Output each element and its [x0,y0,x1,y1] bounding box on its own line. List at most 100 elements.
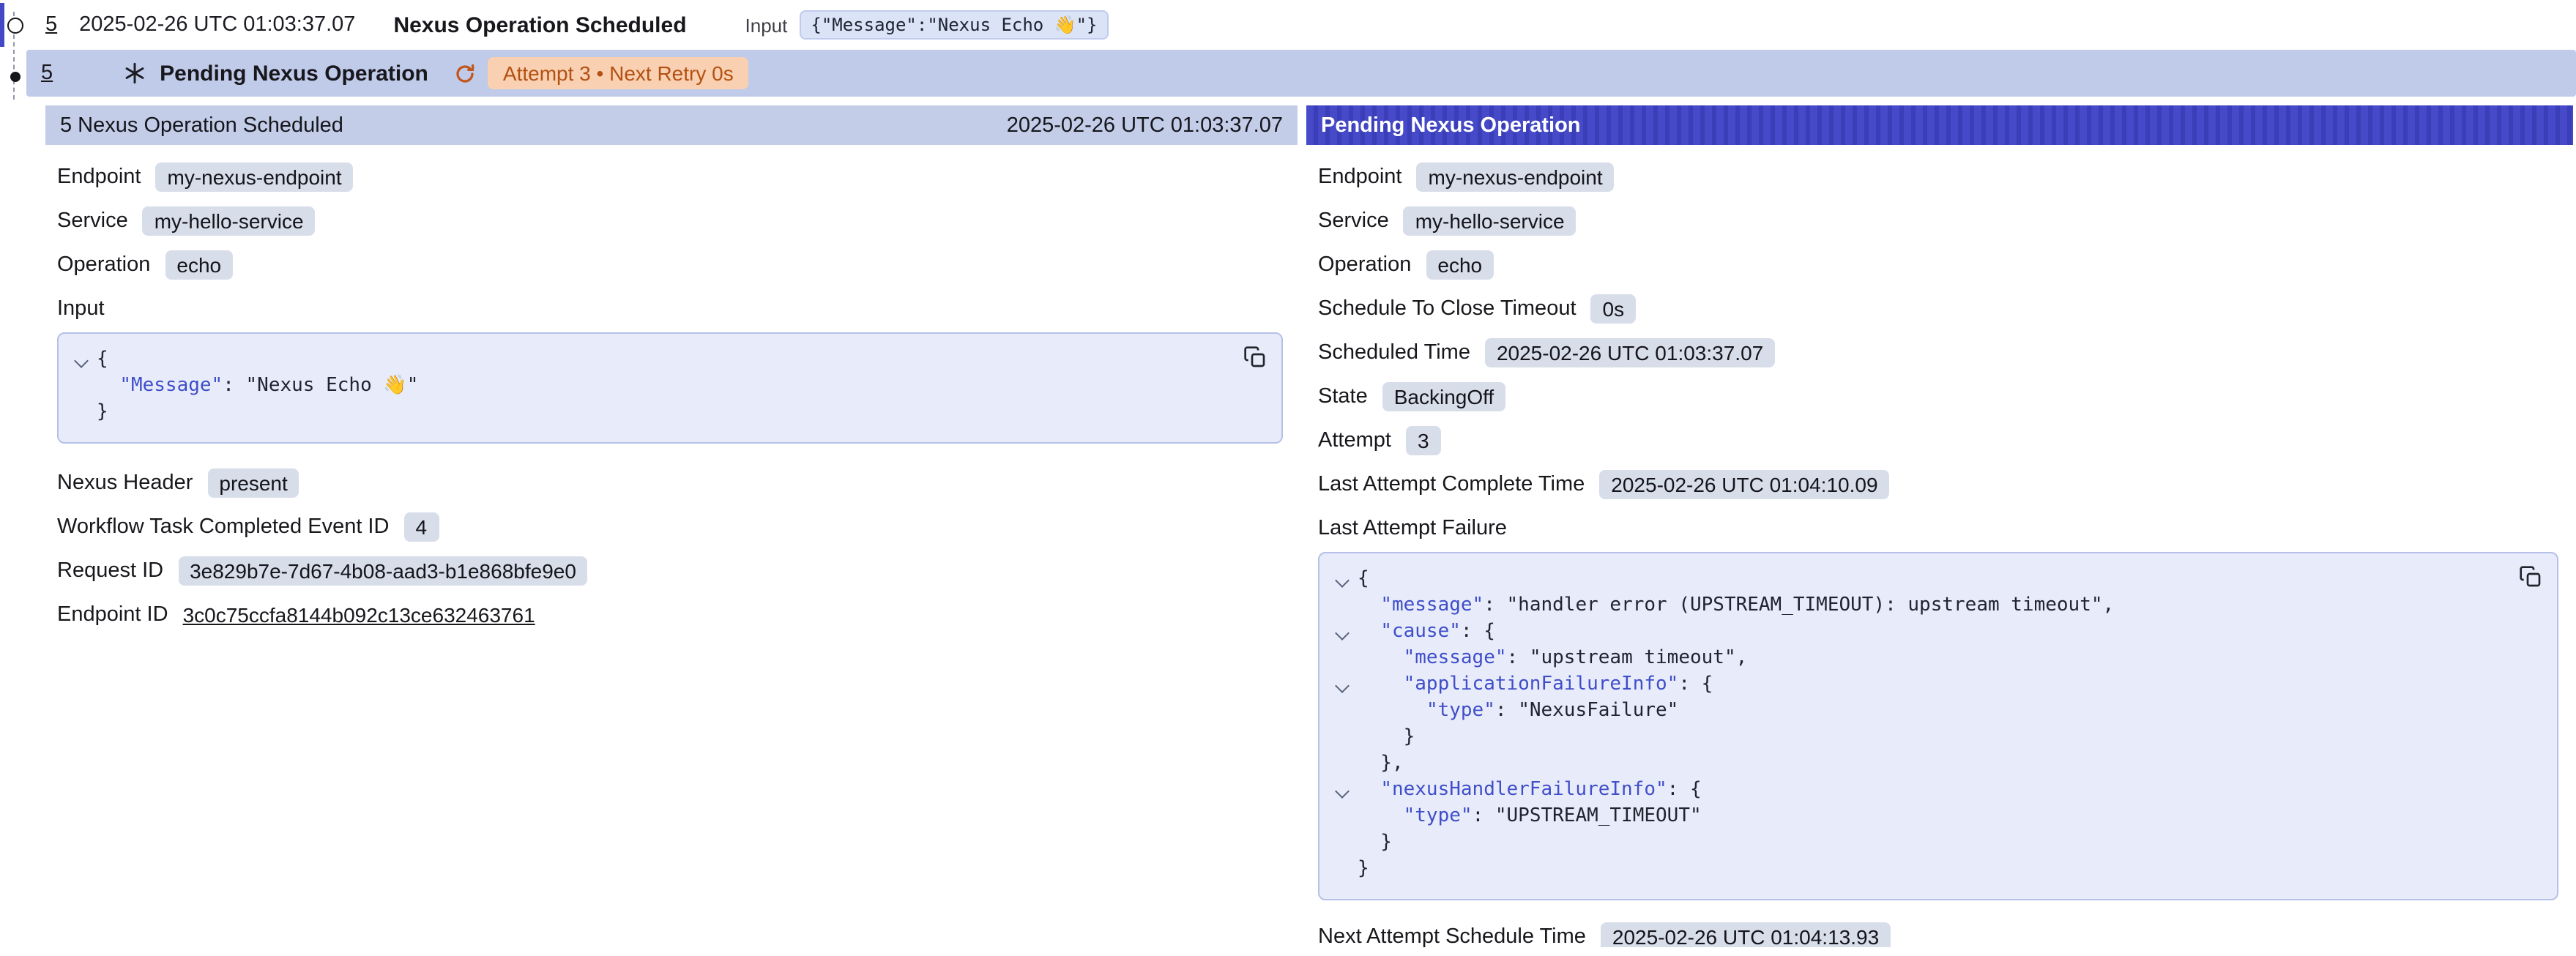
field-value-chip: echo [1426,250,1494,279]
field-value-chip: 3 [1406,425,1441,455]
field-scheduled-time: Scheduled Time 2025-02-26 UTC 01:03:37.0… [1318,337,2558,367]
code-gutter [64,373,97,400]
code-line: "message": "upstream timeout", [1325,646,2498,672]
field-label: Workflow Task Completed Event ID [57,515,389,538]
collapse-chevron-icon[interactable] [1325,567,1358,593]
field-label: Last Attempt Complete Time [1318,472,1585,496]
code-line: { [1325,567,2498,593]
pending-nexus-operation-row[interactable]: 5 Pending Nexus Operation Attempt 3 • Ne… [26,50,2576,97]
code-gutter [1325,698,1358,725]
timeline-accent-bar [0,3,4,47]
code-line: { [64,347,1223,373]
field-attempt: Attempt 3 [1318,425,2558,455]
field-label: Next Attempt Schedule Time [1318,925,1586,947]
pending-panel-title: Pending Nexus Operation [1321,113,1581,137]
field-label: Service [1318,209,1389,232]
pending-asterisk-icon [123,61,146,85]
retry-refresh-icon [455,62,477,84]
collapse-chevron-icon[interactable] [64,347,97,373]
field-value-chip: echo [165,250,233,279]
event-detail-panel: 5 Nexus Operation Scheduled 2025-02-26 U… [45,105,1298,947]
code-gutter [1325,725,1358,751]
code-gutter [1325,593,1358,619]
field-last-attempt-complete-time: Last Attempt Complete Time 2025-02-26 UT… [1318,468,2558,499]
field-nexus-header: Nexus Header present [57,467,1283,498]
code-line: "cause": { [1325,619,2498,646]
field-label: Operation [1318,253,1411,276]
field-operation: Operation echo [1318,249,2558,280]
copy-icon[interactable] [2519,565,2542,589]
field-label: Nexus Header [57,471,193,494]
input-json-block: { "Message": "Nexus Echo 👋"} [57,332,1283,444]
field-operation: Operation echo [57,249,1283,280]
code-gutter [1325,646,1358,672]
code-line: "applicationFailureInfo": { [1325,672,2498,698]
field-value-chip: present [207,468,299,497]
failure-section-label: Last Attempt Failure [1318,517,2558,540]
pending-panel-body: Endpoint my-nexus-endpoint Service my-he… [1306,145,2573,947]
failure-json-block: { "message": "handler error (UPSTREAM_TI… [1318,552,2558,900]
field-service: Service my-hello-service [1318,205,2558,236]
field-value-chip: 4 [403,512,439,541]
code-text: { [97,347,108,373]
event-rows: 5 2025-02-26 UTC 01:03:37.07 Nexus Opera… [0,0,2576,97]
field-schedule-to-close-timeout: Schedule To Close Timeout 0s [1318,293,2558,324]
code-gutter [1325,751,1358,777]
code-text: "nexusHandlerFailureInfo": { [1358,777,1702,804]
field-value-chip: 2025-02-26 UTC 01:04:13.93 [1601,922,1891,947]
input-section-label: Input [57,297,1283,321]
code-text: "type": "UPSTREAM_TIMEOUT" [1358,804,1702,830]
code-text: } [1358,830,1392,856]
event-title: Nexus Operation Scheduled [393,12,686,37]
code-line: "type": "UPSTREAM_TIMEOUT" [1325,804,2498,830]
timeline-event-marker-icon [7,18,23,34]
pending-id-link[interactable]: 5 [41,61,53,85]
code-text: "Message": "Nexus Echo 👋" [97,373,418,400]
detail-panels: 5 Nexus Operation Scheduled 2025-02-26 U… [45,105,2573,947]
field-label: Endpoint ID [57,602,168,626]
input-label: Input [745,14,788,36]
code-line: } [64,400,1223,426]
timeline-gutter [0,0,35,111]
field-value-chip: 2025-02-26 UTC 01:04:10.09 [1599,469,1889,498]
field-value-chip: my-nexus-endpoint [1417,162,1615,191]
endpoint-id-link[interactable]: 3c0c75ccfa8144b092c13ce632463761 [183,602,535,626]
field-state: State BackingOff [1318,381,2558,411]
code-gutter [64,400,97,426]
collapse-chevron-icon[interactable] [1325,777,1358,804]
field-value-chip: my-nexus-endpoint [156,162,354,191]
field-label: Request ID [57,559,163,582]
code-text: "message": "upstream timeout", [1358,646,1747,672]
code-text: "cause": { [1358,619,1495,646]
code-line: "Message": "Nexus Echo 👋" [64,373,1223,400]
field-label: Attempt [1318,428,1391,452]
code-line: } [1325,725,2498,751]
code-text: }, [1358,751,1404,777]
field-label: State [1318,384,1368,408]
copy-icon[interactable] [1243,346,1267,369]
event-id-link[interactable]: 5 [45,13,57,37]
code-text: } [1358,725,1415,751]
event-panel-timestamp: 2025-02-26 UTC 01:03:37.07 [1007,113,1283,137]
code-line: } [1325,830,2498,856]
code-line: "nexusHandlerFailureInfo": { [1325,777,2498,804]
field-value-chip: my-hello-service [143,206,316,235]
code-gutter [1325,830,1358,856]
collapse-chevron-icon[interactable] [1325,672,1358,698]
code-text: { [1358,567,1369,593]
field-label: Service [57,209,128,232]
pending-panel-header: Pending Nexus Operation [1306,105,2573,145]
event-row-nexus-operation-scheduled[interactable]: 5 2025-02-26 UTC 01:03:37.07 Nexus Opera… [35,0,2576,50]
field-label: Endpoint [57,165,141,188]
pending-row-title: Pending Nexus Operation [160,61,428,86]
code-gutter [1325,856,1358,883]
collapse-chevron-icon[interactable] [1325,619,1358,646]
code-line: }, [1325,751,2498,777]
field-service: Service my-hello-service [57,205,1283,236]
timeline-dot-icon [10,72,20,82]
field-value-chip: 2025-02-26 UTC 01:03:37.07 [1485,337,1775,367]
field-workflow-task-completed-event-id: Workflow Task Completed Event ID 4 [57,511,1283,542]
field-next-attempt-schedule-time: Next Attempt Schedule Time 2025-02-26 UT… [1318,921,2558,947]
event-panel-body: Endpoint my-nexus-endpoint Service my-he… [45,145,1298,657]
code-line: } [1325,856,2498,883]
